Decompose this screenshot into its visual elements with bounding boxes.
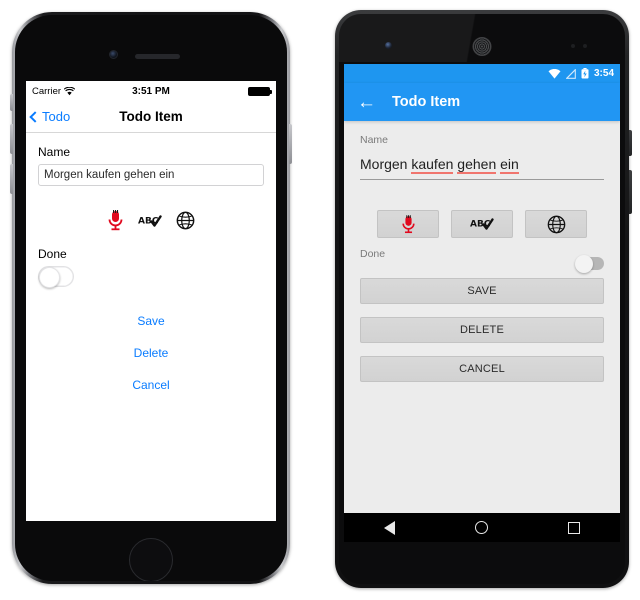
signal-icon — [565, 68, 576, 79]
name-label: Name — [360, 134, 389, 146]
delete-button[interactable]: DELETE — [360, 317, 604, 343]
language-button[interactable] — [525, 210, 587, 238]
word-misspelled: ein — [500, 156, 519, 174]
done-label: Done — [360, 248, 386, 260]
word-misspelled: kaufen — [411, 156, 454, 174]
android-body: 3:54 ← Todo Item Name Morgen kaufen gehe… — [339, 14, 625, 584]
word-plain: Morgen — [360, 156, 412, 172]
android-icon-row: ABC — [360, 210, 604, 238]
iphone-volume-up-button[interactable] — [10, 124, 13, 154]
light-sensor — [583, 44, 587, 48]
delete-button[interactable]: Delete — [38, 337, 264, 369]
android-clock: 3:54 — [593, 68, 614, 79]
android-app-bar: ← Todo Item — [344, 83, 620, 121]
microphone-button[interactable] — [377, 210, 439, 238]
name-label: Name — [38, 145, 71, 159]
battery-icon — [248, 86, 272, 96]
cancel-button[interactable]: Cancel — [38, 369, 264, 401]
done-toggle-knob — [575, 254, 593, 273]
save-button[interactable]: SAVE — [360, 278, 604, 304]
android-device-frame: 3:54 ← Todo Item Name Morgen kaufen gehe… — [335, 10, 632, 588]
iphone-device-frame: Carrier 3:51 PM Todo Todo Item Name Morg… — [10, 12, 292, 584]
android-action-buttons: SAVE DELETE CANCEL — [360, 278, 604, 382]
save-button[interactable]: Save — [38, 305, 264, 337]
iphone-power-button[interactable] — [289, 124, 292, 164]
android-navigation-bar — [344, 513, 620, 542]
android-content: Name Morgen kaufen gehen ein ABC Done SA… — [344, 121, 620, 382]
android-volume-button[interactable] — [629, 170, 632, 214]
done-row: Done — [360, 248, 604, 273]
proximity-sensor — [571, 44, 575, 48]
cancel-button[interactable]: CANCEL — [360, 356, 604, 382]
microphone-icon — [401, 214, 415, 233]
battery-charging-icon — [581, 68, 589, 79]
earpiece-speaker — [472, 37, 492, 56]
front-camera-icon — [385, 42, 392, 49]
globe-icon — [547, 215, 565, 233]
android-screen: 3:54 ← Todo Item Name Morgen kaufen gehe… — [344, 64, 620, 542]
android-status-bar: 3:54 — [344, 64, 620, 83]
wifi-icon — [548, 68, 561, 79]
spellcheck-button[interactable]: ABC — [451, 210, 513, 238]
name-input[interactable] — [38, 164, 264, 186]
ios-icon-row: ABC — [38, 210, 264, 231]
iphone-body: Carrier 3:51 PM Todo Todo Item Name Morg… — [15, 15, 287, 581]
done-toggle-knob — [39, 266, 60, 288]
screenshot-stage: Carrier 3:51 PM Todo Todo Item Name Morg… — [0, 0, 640, 600]
earpiece-speaker — [135, 54, 180, 59]
globe-icon[interactable] — [176, 211, 195, 230]
nav-back-button[interactable] — [384, 520, 395, 535]
name-input-value: Morgen kaufen gehen ein — [360, 156, 519, 174]
arrow-left-icon[interactable]: ← — [357, 93, 376, 112]
page-title: Todo Item — [392, 94, 461, 110]
ios-status-bar: Carrier 3:51 PM — [26, 81, 276, 101]
page-title: Todo Item — [119, 109, 183, 124]
abc-spellcheck-icon[interactable]: ABC — [138, 214, 162, 228]
nav-recents-button[interactable] — [568, 521, 580, 534]
ios-content: Name Morgen kaufen gehen ein ABC Done Sa… — [26, 133, 276, 401]
front-camera-icon — [109, 50, 118, 59]
done-label: Done — [38, 247, 67, 261]
android-power-button[interactable] — [629, 130, 632, 156]
microphone-icon[interactable] — [107, 210, 124, 231]
name-input[interactable]: Morgen kaufen gehen ein — [360, 156, 604, 180]
iphone-mute-switch[interactable] — [10, 94, 13, 111]
iphone-volume-down-button[interactable] — [10, 164, 13, 194]
home-button[interactable] — [129, 538, 173, 581]
done-toggle[interactable] — [575, 254, 604, 273]
nav-home-button[interactable] — [475, 521, 488, 534]
ios-actions: Save Delete Cancel — [38, 305, 264, 401]
ios-navigation-bar: Todo Todo Item — [26, 101, 276, 133]
ios-clock: 3:51 PM — [132, 85, 170, 97]
done-toggle[interactable] — [38, 266, 74, 288]
abc-spellcheck-icon: ABC — [470, 218, 494, 230]
iphone-screen: Carrier 3:51 PM Todo Todo Item Name Morg… — [26, 81, 276, 521]
word-misspelled: gehen — [457, 156, 497, 174]
